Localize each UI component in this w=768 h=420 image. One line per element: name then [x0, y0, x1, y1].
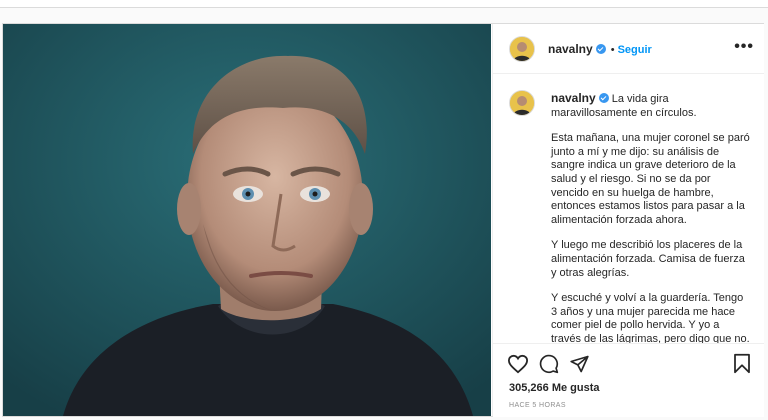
- heart-icon[interactable]: [507, 354, 529, 374]
- caption-paragraph: Esta mañana, una mujer coronel se paró j…: [551, 132, 750, 226]
- header-username[interactable]: navalny: [548, 42, 593, 56]
- follow-button[interactable]: Seguir: [618, 44, 652, 56]
- bookmark-icon[interactable]: [733, 353, 751, 374]
- instagram-post: navalny • Seguir ••• navalny La vida gira …: [2, 23, 764, 417]
- post-timestamp[interactable]: HACE 5 HORAS: [509, 402, 566, 409]
- likes-count[interactable]: 305,266 Me gusta: [509, 382, 600, 394]
- comment-icon[interactable]: [539, 354, 559, 374]
- separator-dot: •: [610, 44, 615, 56]
- top-navigation-bar: [0, 0, 768, 8]
- post-actions: 305,266 Me gusta HACE 5 HORAS: [493, 343, 764, 417]
- caption-area: navalny La vida gira maravillosamente en…: [493, 74, 764, 366]
- caption-username[interactable]: navalny: [551, 91, 596, 105]
- portrait-image: [3, 24, 491, 416]
- avatar[interactable]: [509, 36, 535, 62]
- caption-text: navalny La vida gira maravillosamente en…: [551, 91, 751, 366]
- header-user-line: navalny • Seguir: [548, 40, 652, 58]
- caption-avatar[interactable]: [509, 90, 535, 116]
- avatar-image: [510, 91, 534, 115]
- avatar-image: [510, 37, 534, 61]
- post-sidebar: navalny • Seguir ••• navalny La vida gira …: [492, 24, 764, 417]
- share-icon[interactable]: [569, 354, 590, 374]
- more-options-icon[interactable]: •••: [734, 38, 754, 56]
- post-header: navalny • Seguir •••: [493, 24, 764, 74]
- post-photo[interactable]: [3, 24, 491, 416]
- caption-paragraph: Y luego me describió los placeres de la …: [551, 239, 745, 279]
- verified-badge-icon: [595, 44, 606, 54]
- verified-badge-icon: [598, 93, 609, 103]
